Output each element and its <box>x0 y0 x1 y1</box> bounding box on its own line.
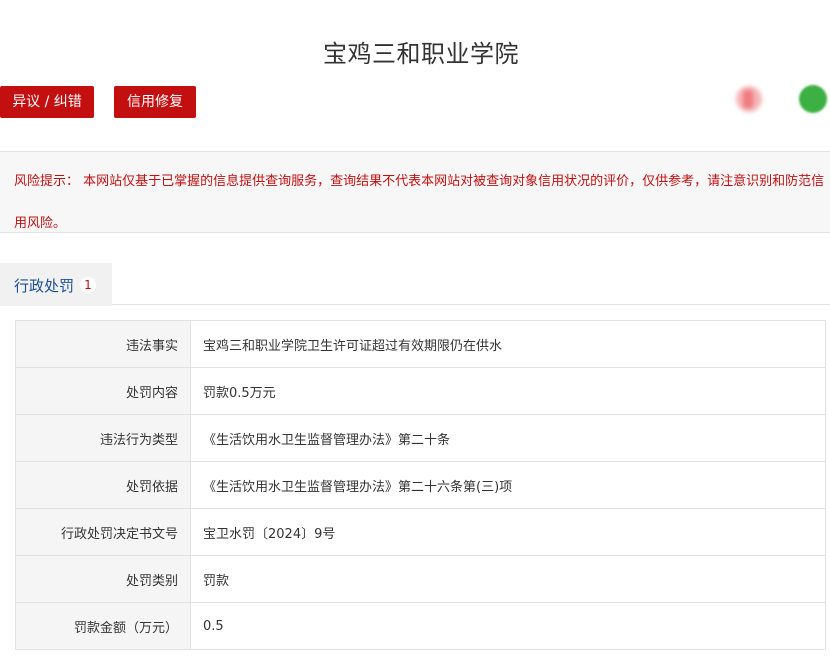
field-value: 罚款0.5万元 <box>190 367 826 415</box>
field-value: 《生活饮用水卫生监督管理办法》第二十条 <box>190 414 826 462</box>
table-row: 罚款金额（万元） 0.5 <box>15 602 826 650</box>
objection-button[interactable]: 异议 / 纠错 <box>0 86 94 118</box>
field-value: 罚款 <box>190 555 826 603</box>
field-label: 处罚依据 <box>15 461 191 509</box>
table-row: 违法事实 宝鸡三和职业学院卫生许可证超过有效期限仍在供水 <box>15 320 826 368</box>
table-row: 处罚依据 《生活饮用水卫生监督管理办法》第二十六条第(三)项 <box>15 461 826 509</box>
tab-label: 行政处罚 <box>14 277 75 295</box>
credit-repair-button[interactable]: 信用修复 <box>114 86 196 118</box>
field-value: 《生活饮用水卫生监督管理办法》第二十六条第(三)项 <box>190 461 826 509</box>
field-label: 违法事实 <box>15 320 191 368</box>
field-label: 违法行为类型 <box>15 414 191 462</box>
table-row: 处罚类别 罚款 <box>15 555 826 603</box>
field-label: 处罚类别 <box>15 555 191 603</box>
table-row: 行政处罚决定书文号 宝卫水罚〔2024〕9号 <box>15 508 826 556</box>
risk-notice: 风险提示： 本网站仅基于已掌握的信息提供查询服务，查询结果不代表本网站对被查询对… <box>0 151 830 233</box>
page-title: 宝鸡三和职业学院 <box>323 40 519 68</box>
field-value: 宝鸡三和职业学院卫生许可证超过有效期限仍在供水 <box>190 320 826 368</box>
share-green-icon[interactable] <box>799 85 827 113</box>
field-label: 罚款金额（万元） <box>15 602 191 650</box>
share-red-icon[interactable] <box>736 86 762 112</box>
field-value: 0.5 <box>190 602 826 650</box>
tab-count-badge: 1 <box>80 277 96 293</box>
table-row: 处罚内容 罚款0.5万元 <box>15 367 826 415</box>
field-label: 行政处罚决定书文号 <box>15 508 191 556</box>
penalty-detail-table: 违法事实 宝鸡三和职业学院卫生许可证超过有效期限仍在供水 处罚内容 罚款0.5万… <box>15 320 826 650</box>
field-value: 宝卫水罚〔2024〕9号 <box>190 508 826 556</box>
tab-administrative-penalty[interactable]: 行政处罚 1 <box>0 263 112 306</box>
tabs-divider <box>0 304 830 305</box>
table-row: 违法行为类型 《生活饮用水卫生监督管理办法》第二十条 <box>15 414 826 462</box>
field-label: 处罚内容 <box>15 367 191 415</box>
risk-notice-text: 风险提示： 本网站仅基于已掌握的信息提供查询服务，查询结果不代表本网站对被查询对… <box>14 174 825 231</box>
